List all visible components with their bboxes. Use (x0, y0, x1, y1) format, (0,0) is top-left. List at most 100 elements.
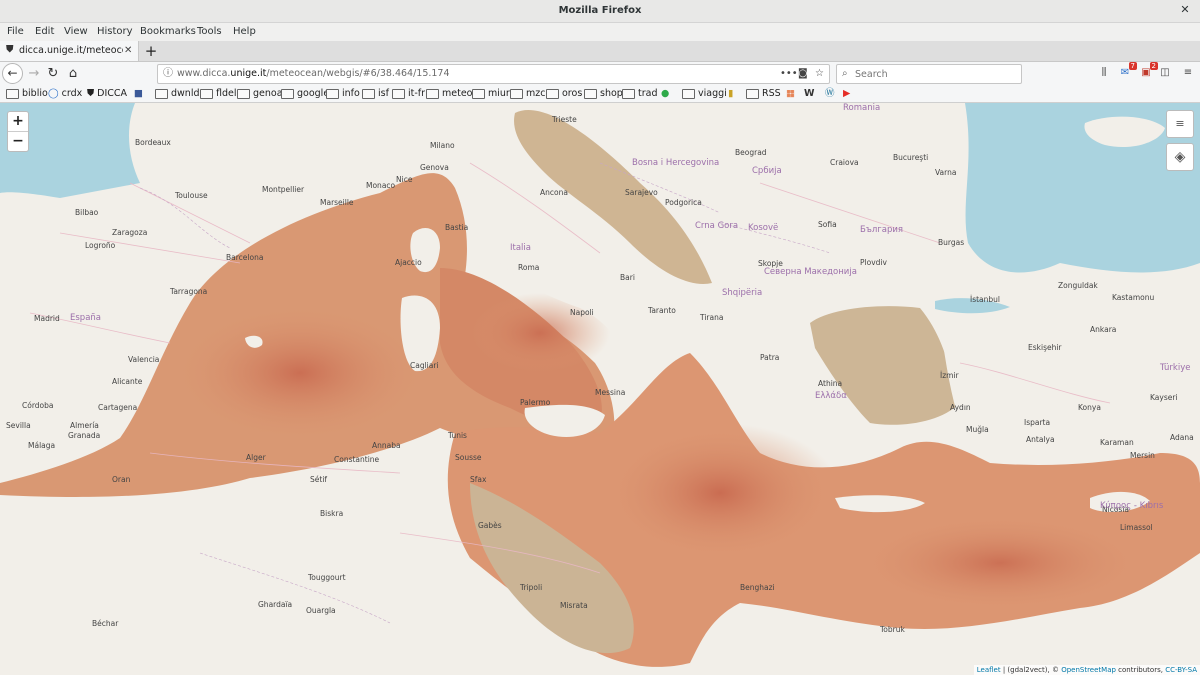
map-label: Bari (620, 273, 635, 282)
sidebar-icon[interactable]: ◫ (1157, 65, 1173, 81)
map-label: İstanbul (970, 295, 1001, 304)
library-icon[interactable]: ⫼ (1096, 65, 1112, 81)
country-label: Bosna i Hercegovina (632, 158, 720, 168)
country-label: България (860, 225, 903, 235)
map-label: Tirana (700, 313, 724, 322)
country-label: Crna Gora (695, 221, 739, 231)
bookmark-folder[interactable]: meteo (426, 86, 472, 102)
bookmark-folder[interactable]: genoa (237, 86, 283, 102)
tab-strip: ⛊ dicca.unige.it/meteocean/ ✕ + (0, 41, 1200, 62)
bookmark-folder[interactable]: viaggi (682, 86, 727, 102)
leaflet-link[interactable]: Leaflet (977, 666, 1001, 674)
new-tab-button[interactable]: + (142, 41, 160, 61)
wikipedia-icon[interactable]: W (804, 86, 814, 102)
map-label: Cagliari (410, 361, 439, 370)
map-label: Touggourt (308, 573, 346, 582)
bookmark-bulb-icon[interactable]: ▮ (728, 86, 733, 102)
legend-toggle-icon[interactable]: ≡ (1166, 110, 1194, 138)
country-label: Kosovë (748, 223, 779, 233)
menu-view[interactable]: View (64, 23, 88, 41)
map-label: Adana (1170, 433, 1194, 442)
bookmark-folder[interactable]: google (281, 86, 329, 102)
map-label: Tripoli (520, 583, 543, 592)
map-label: Constantine (334, 455, 380, 464)
home-button[interactable]: ⌂ (63, 64, 83, 84)
menu-file[interactable]: File (7, 23, 24, 41)
country-label: Северна Македонија (764, 267, 857, 277)
zoom-in-button[interactable]: + (8, 112, 28, 132)
url-text[interactable]: www.dicca.unige.it/meteocean/webgis/#6/3… (177, 65, 450, 83)
osm-link[interactable]: OpenStreetMap (1061, 666, 1116, 674)
menu-edit[interactable]: Edit (35, 23, 54, 41)
bookmark-folder[interactable]: miur (472, 86, 510, 102)
tab-active[interactable]: ⛊ dicca.unige.it/meteocean/ ✕ (0, 41, 139, 61)
map-label: Messina (595, 388, 626, 397)
map-attribution: Leaflet | (gdal2vect), © OpenStreetMap c… (973, 665, 1200, 675)
country-label: España (70, 313, 101, 323)
map-label: Napoli (570, 308, 594, 317)
close-window-icon[interactable]: ✕ (1178, 3, 1192, 17)
tab-close-icon[interactable]: ✕ (124, 41, 132, 61)
map-label: Valencia (128, 355, 160, 364)
zoom-out-button[interactable]: − (8, 132, 28, 151)
tab-label: dicca.unige.it/meteocean/ (19, 45, 123, 56)
forward-button[interactable]: → (24, 64, 44, 84)
reload-button[interactable]: ↻ (43, 64, 63, 84)
bookmark-folder[interactable]: trad (622, 86, 657, 102)
map-label: Monaco (366, 181, 396, 190)
youtube-icon[interactable]: ▶ (843, 86, 850, 102)
bookmark-folder[interactable]: shop (584, 86, 623, 102)
map-label: Ankara (1090, 325, 1117, 334)
bookmark-item[interactable]: ⛊ DICCA (87, 86, 127, 102)
mail-extension-icon[interactable]: ▣ 2 (1138, 62, 1158, 81)
country-label: Romania (843, 103, 881, 113)
bookmark-folder[interactable]: dwnld (155, 86, 200, 102)
license-link[interactable]: CC-BY-SA (1165, 666, 1197, 674)
menu-help[interactable]: Help (233, 23, 256, 41)
facebook-icon[interactable]: ■ (134, 86, 143, 102)
map-label: Sarajevo (625, 188, 658, 197)
map-label: Gabès (478, 521, 502, 530)
search-input[interactable] (853, 66, 1017, 82)
map-view[interactable]: Bordeaux Toulouse Montpellier Marseille … (0, 103, 1200, 675)
bookmark-folder[interactable]: it-fr (392, 86, 425, 102)
bookmark-folder[interactable]: fldel (200, 86, 237, 102)
zoom-control: + − (7, 111, 29, 152)
bookmarks-toolbar: biblio ◯ crdx ⛊ DICCA ■ dwnld fldel geno… (0, 86, 1200, 103)
page-actions-icon[interactable]: ••• (780, 65, 798, 83)
map-label: Bordeaux (135, 138, 171, 147)
layers-icon[interactable]: ◈ (1166, 143, 1194, 171)
rss-feed-icon[interactable]: ▦ (786, 86, 795, 102)
bookmark-folder[interactable]: info (326, 86, 360, 102)
site-info-icon[interactable]: ⓘ (163, 65, 173, 83)
menu-tools[interactable]: Tools (197, 23, 222, 41)
bookmark-folder[interactable]: biblio (6, 86, 48, 102)
bookmark-folder[interactable]: mzc (510, 86, 545, 102)
map-label: Oran (112, 475, 131, 484)
map-label: Tobruk (880, 625, 905, 634)
map-label: Plovdiv (860, 258, 887, 267)
shield-favicon-icon: ⛊ (6, 44, 14, 55)
bookmark-folder[interactable]: oros (546, 86, 582, 102)
search-icon: ⌕ (842, 68, 848, 79)
map-label: Ghardaïa (258, 600, 293, 609)
wordpress-icon[interactable]: Ⓦ (825, 86, 835, 102)
whatsapp-icon[interactable]: ● (661, 86, 669, 102)
country-label: Ελλάδα (815, 391, 847, 401)
menu-bookmarks[interactable]: Bookmarks (140, 23, 196, 41)
bookmark-item[interactable]: ◯ crdx (48, 86, 82, 102)
menu-bar: File Edit View History Bookmarks Tools H… (0, 23, 1200, 41)
map-label: Cartagena (98, 403, 138, 412)
map-label: İzmir (940, 371, 959, 380)
extension-icon[interactable]: ✉ 7 (1117, 62, 1137, 81)
hamburger-menu-icon[interactable]: ≡ (1180, 65, 1196, 81)
back-button[interactable]: ← (2, 63, 23, 84)
bookmark-folder[interactable]: RSS (746, 86, 781, 102)
map-label: Logroño (85, 241, 116, 250)
bookmark-star-icon[interactable]: ☆ (815, 65, 824, 83)
pocket-icon[interactable]: ◙ (798, 65, 808, 83)
search-bar[interactable]: ⌕ (836, 64, 1022, 84)
url-bar[interactable]: ⓘ www.dicca.unige.it/meteocean/webgis/#6… (157, 64, 830, 84)
bookmark-folder[interactable]: isf (362, 86, 389, 102)
menu-history[interactable]: History (97, 23, 133, 41)
